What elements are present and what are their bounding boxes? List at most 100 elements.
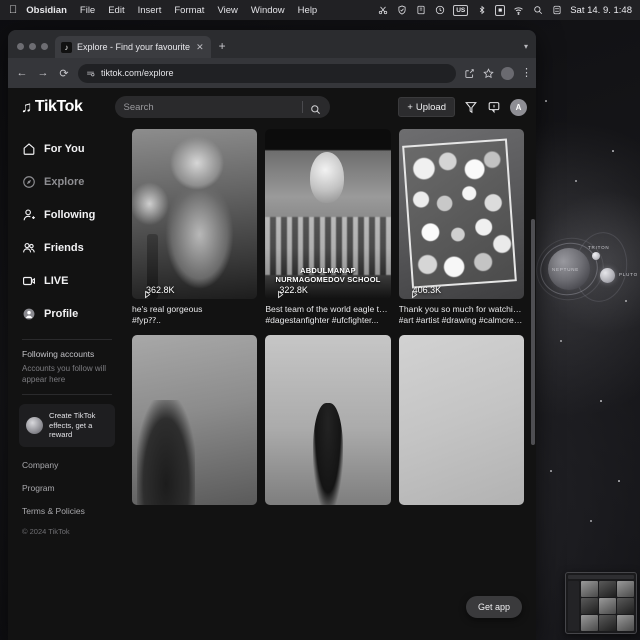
minimize-window-button[interactable] <box>29 43 36 50</box>
video-card-4[interactable] <box>132 334 258 506</box>
sidebar-item-for-you[interactable]: For You <box>8 132 126 165</box>
video-thumbnail[interactable] <box>398 334 524 506</box>
menu-app-name[interactable]: Obsidian <box>26 5 67 16</box>
page-scrollbar[interactable] <box>531 126 535 640</box>
bookmark-star-icon[interactable] <box>482 67 494 79</box>
back-button[interactable]: ← <box>15 66 29 80</box>
effects-coin-icon <box>26 416 43 434</box>
menu-item-help[interactable]: Help <box>298 5 318 16</box>
sidebar-item-explore[interactable]: Explore <box>8 165 126 198</box>
window-preview-thumbnail[interactable] <box>565 572 637 634</box>
star <box>612 150 614 152</box>
video-thumbnail[interactable]: ABDULMANAP NURMAGOMEDOV SCHOOL 322.8K <box>265 128 391 299</box>
page-info-icon[interactable] <box>86 69 95 78</box>
preview-grid <box>581 581 634 631</box>
tiktok-header: ♫ TikTok + Upload <box>8 88 536 126</box>
compass-icon <box>22 175 36 189</box>
bluetooth-icon[interactable] <box>476 5 487 16</box>
new-tab-button[interactable]: + <box>211 39 234 58</box>
menu-item-view[interactable]: View <box>217 5 237 16</box>
spotlight-search-icon[interactable] <box>532 5 543 16</box>
tab-title: Explore - Find your favourite <box>77 42 191 52</box>
caption-hashtags: #dagestanfighter #ufcfighter... <box>265 315 379 326</box>
video-card-2[interactable]: ABDULMANAP NURMAGOMEDOV SCHOOL 322.8K Be… <box>265 128 391 327</box>
video-thumbnail[interactable]: 406.3K <box>398 128 524 299</box>
apple-menu-icon[interactable]:  <box>0 4 26 16</box>
video-card-1[interactable]: 362.8K he's real gorgeous #fyp⁇.. <box>132 128 258 327</box>
menu-item-insert[interactable]: Insert <box>138 5 162 16</box>
sidebar-link-program[interactable]: Program <box>8 483 126 493</box>
sidebar-label-for-you: For You <box>44 142 85 155</box>
preview-cell <box>599 581 616 597</box>
triton-label: TRITON <box>588 245 610 250</box>
tab-search-chevron-icon[interactable]: ▾ <box>524 42 536 58</box>
video-thumbnail[interactable] <box>265 334 391 506</box>
battery-icon[interactable]: ■ <box>495 4 506 16</box>
create-effects-label: Create TikTok effects, get a reward <box>49 411 96 439</box>
menu-item-file[interactable]: File <box>80 5 95 16</box>
sidebar-link-company[interactable]: Company <box>8 460 126 470</box>
browser-toolbar: ← → ⟳ tiktok.com/explore ⋮ <box>8 58 536 88</box>
sidebar-divider-2 <box>22 394 112 395</box>
menu-item-format[interactable]: Format <box>174 5 204 16</box>
scissors-icon[interactable] <box>377 5 388 16</box>
address-bar[interactable]: tiktok.com/explore <box>78 63 456 83</box>
browser-tab-active[interactable]: ♪ Explore - Find your favourite ✕ <box>55 36 211 58</box>
close-window-button[interactable] <box>17 43 24 50</box>
window-traffic-lights[interactable] <box>14 43 55 58</box>
sidebar-item-live[interactable]: LIVE <box>8 264 126 297</box>
keyboard-layout-badge[interactable]: US <box>453 4 469 16</box>
video-card-5[interactable] <box>265 334 391 506</box>
menubar-clock[interactable]: Sat 14. 9. 1:48 <box>570 5 632 16</box>
view-count-value: 362.8K <box>146 284 175 295</box>
menu-item-edit[interactable]: Edit <box>108 5 124 16</box>
video-caption: Best team of the world eagle team #dages… <box>265 304 390 327</box>
forward-button[interactable]: → <box>36 66 50 80</box>
effects-funnel-icon[interactable] <box>464 100 478 114</box>
tiktok-note-icon: ♫ <box>21 98 32 116</box>
share-icon[interactable] <box>463 67 475 79</box>
kebab-menu-icon[interactable]: ⋮ <box>521 68 532 79</box>
get-app-button[interactable]: Get app <box>465 596 522 618</box>
notification-icon[interactable] <box>415 5 426 16</box>
video-card-3[interactable]: 406.3K Thank you so much for watching♥ #… <box>398 128 524 327</box>
sidebar-item-friends[interactable]: Friends <box>8 231 126 264</box>
caption-hashtags: #art #artist #drawing #calmcreati... <box>398 315 524 326</box>
wifi-icon[interactable] <box>513 5 524 16</box>
live-video-icon <box>22 274 36 288</box>
search-icon[interactable] <box>310 102 321 114</box>
preview-toolbar <box>568 575 634 579</box>
user-avatar[interactable]: A <box>510 98 527 116</box>
preview-cell <box>581 581 598 597</box>
shield-icon[interactable] <box>396 5 407 16</box>
scrollbar-thumb[interactable] <box>531 218 535 445</box>
star <box>618 480 620 482</box>
tiktok-logo[interactable]: ♫ TikTok <box>21 98 83 116</box>
upload-button[interactable]: + Upload <box>398 97 455 117</box>
video-thumbnail[interactable] <box>132 334 258 506</box>
reload-button[interactable]: ⟳ <box>57 66 71 80</box>
search-box[interactable] <box>114 96 330 118</box>
messages-icon[interactable] <box>487 100 501 114</box>
sidebar-item-following[interactable]: Following <box>8 198 126 231</box>
maximize-window-button[interactable] <box>41 43 48 50</box>
tab-close-icon[interactable]: ✕ <box>195 42 205 53</box>
browser-tabstrip: ♪ Explore - Find your favourite ✕ + ▾ <box>8 30 536 58</box>
video-thumbnail[interactable]: 362.8K <box>132 128 258 299</box>
control-center-icon[interactable] <box>551 5 562 16</box>
timer-icon[interactable] <box>434 5 445 16</box>
thumbnail-overlay-text: ABDULMANAP NURMAGOMEDOV SCHOOL <box>275 265 381 284</box>
chrome-profile-avatar[interactable] <box>501 66 514 80</box>
caption-line: Thank you so much for watching♥ <box>398 303 524 314</box>
preview-cell <box>617 598 634 614</box>
tiktok-header-actions: + Upload A <box>398 97 527 117</box>
sidebar-link-terms[interactable]: Terms & Policies <box>8 506 126 516</box>
pluto-planet <box>600 268 615 283</box>
search-input[interactable] <box>123 101 302 113</box>
create-effects-card[interactable]: Create TikTok effects, get a reward <box>19 404 115 447</box>
sidebar-item-profile[interactable]: Profile <box>8 297 126 330</box>
explore-video-grid-wrap: 3人がどんな風に私の振り踊りこ... #drawing #taylorswift <box>126 126 536 640</box>
video-card-6[interactable] <box>398 334 524 506</box>
tiktok-favicon: ♪ <box>61 41 72 53</box>
menu-item-window[interactable]: Window <box>251 5 285 16</box>
